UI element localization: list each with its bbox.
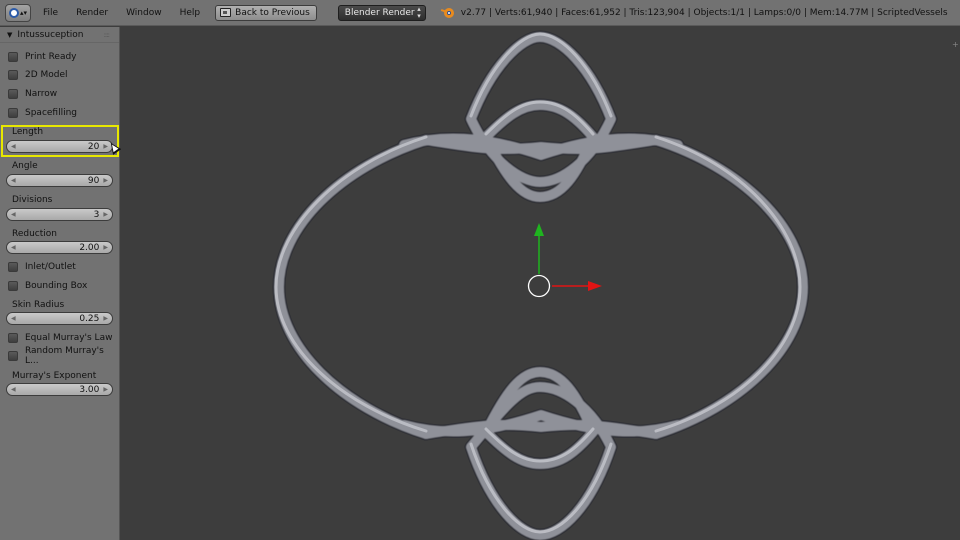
angle-label: Angle xyxy=(12,161,38,171)
bounding-box-label: Bounding Box xyxy=(25,281,88,291)
blender-window: ▴▾ File Render Window Help Back to Previ… xyxy=(0,0,960,540)
panel-title: Intussuception xyxy=(17,29,84,40)
skin-radius-field[interactable]: ◀ 0.25 ▶ xyxy=(6,312,113,325)
decrement-arrow-icon[interactable]: ◀ xyxy=(11,244,16,251)
2d-model-label: 2D Model xyxy=(25,70,68,80)
back-to-previous-button[interactable]: Back to Previous xyxy=(215,4,317,21)
info-icon xyxy=(8,7,19,18)
transform-gizmo[interactable] xyxy=(527,223,603,298)
menu-help[interactable]: Help xyxy=(171,8,210,18)
increment-arrow-icon[interactable]: ▶ xyxy=(103,386,108,393)
divisions-label: Divisions xyxy=(12,195,53,205)
increment-arrow-icon[interactable]: ▶ xyxy=(103,211,108,218)
3d-cursor-icon[interactable] xyxy=(527,274,551,298)
inlet-outlet-checkbox[interactable]: Inlet/Outlet xyxy=(0,260,120,274)
vessel-mesh[interactable] xyxy=(272,30,810,540)
increment-arrow-icon[interactable]: ▶ xyxy=(103,244,108,251)
panel-header[interactable]: ▼ Intussuception :::: xyxy=(0,27,119,43)
checkbox-box[interactable] xyxy=(8,351,18,361)
reduction-field[interactable]: ◀ 2.00 ▶ xyxy=(6,241,113,254)
updown-arrow-icon: ▴▾ xyxy=(417,4,421,20)
print-ready-label: Print Ready xyxy=(25,52,77,62)
increment-arrow-icon[interactable]: ▶ xyxy=(103,177,108,184)
x-axis-arrow-icon[interactable] xyxy=(588,281,602,291)
checkbox-box[interactable] xyxy=(8,333,18,343)
reduction-label: Reduction xyxy=(12,229,57,239)
random-murray-label: Random Murray's L... xyxy=(24,346,104,366)
back-to-previous-label: Back to Previous xyxy=(235,7,310,18)
menu-render[interactable]: Render xyxy=(67,8,117,18)
scene-stats: v2.77 | Verts:61,940 | Faces:61,952 | Tr… xyxy=(460,7,948,18)
info-header: ▴▾ File Render Window Help Back to Previ… xyxy=(0,0,960,26)
random-murray-checkbox[interactable]: Random Murray's L... xyxy=(0,346,120,366)
properties-toggle-icon[interactable]: + xyxy=(952,41,959,49)
narrow-checkbox[interactable]: Narrow xyxy=(0,87,120,101)
decrement-arrow-icon[interactable]: ◀ xyxy=(11,386,16,393)
skin-radius-value: 0.25 xyxy=(79,313,100,324)
divisions-field[interactable]: ◀ 3 ▶ xyxy=(6,208,113,221)
3d-viewport[interactable]: + xyxy=(121,27,960,540)
checkbox-box[interactable] xyxy=(8,108,18,118)
decrement-arrow-icon[interactable]: ◀ xyxy=(11,315,16,322)
murray-exponent-field[interactable]: ◀ 3.00 ▶ xyxy=(6,383,113,396)
decrement-arrow-icon[interactable]: ◀ xyxy=(11,211,16,218)
spacefilling-label: Spacefilling xyxy=(25,108,78,118)
menu-file[interactable]: File xyxy=(34,8,67,18)
checkbox-box[interactable] xyxy=(8,52,18,62)
updown-arrow-icon: ▴▾ xyxy=(19,8,28,17)
increment-arrow-icon[interactable]: ▶ xyxy=(103,315,108,322)
murray-exponent-label: Murray's Exponent xyxy=(12,371,97,381)
divisions-value: 3 xyxy=(93,209,100,220)
inlet-outlet-label: Inlet/Outlet xyxy=(25,262,76,272)
spacefilling-checkbox[interactable]: Spacefilling xyxy=(0,106,120,120)
checkbox-box[interactable] xyxy=(8,281,18,291)
focus-highlight xyxy=(1,125,119,157)
vessel-scene[interactable] xyxy=(121,27,960,540)
decrement-arrow-icon[interactable]: ◀ xyxy=(11,177,16,184)
print-ready-checkbox[interactable]: Print Ready xyxy=(0,50,120,64)
tool-shelf-panel: ▼ Intussuception :::: Print Ready 2D Mod… xyxy=(0,27,122,540)
murray-exponent-value: 3.00 xyxy=(79,384,100,395)
editor-type-selector[interactable]: ▴▾ xyxy=(5,3,31,22)
menu-window[interactable]: Window xyxy=(117,8,171,18)
equal-murray-checkbox[interactable]: Equal Murray's Law xyxy=(0,331,120,345)
narrow-label: Narrow xyxy=(25,89,58,99)
2d-model-checkbox[interactable]: 2D Model xyxy=(0,68,120,82)
checkbox-box[interactable] xyxy=(8,89,18,99)
screen-icon xyxy=(220,8,232,17)
equal-murray-label: Equal Murray's Law xyxy=(25,333,113,343)
render-engine-value: Blender Render xyxy=(344,7,415,18)
angle-field[interactable]: ◀ 90 ▶ xyxy=(6,174,113,187)
skin-radius-label: Skin Radius xyxy=(12,300,65,310)
angle-value: 90 xyxy=(87,175,100,186)
blender-logo-icon xyxy=(440,6,455,20)
drag-grip-icon[interactable]: :::: xyxy=(104,31,111,39)
checkbox-box[interactable] xyxy=(8,70,18,80)
collapse-triangle-icon: ▼ xyxy=(7,30,13,39)
render-engine-select[interactable]: Blender Render ▴ ▾ xyxy=(337,4,426,21)
y-axis-arrow-icon[interactable] xyxy=(534,223,544,236)
bounding-box-checkbox[interactable]: Bounding Box xyxy=(0,279,120,293)
checkbox-box[interactable] xyxy=(8,262,18,272)
reduction-value: 2.00 xyxy=(79,242,100,253)
